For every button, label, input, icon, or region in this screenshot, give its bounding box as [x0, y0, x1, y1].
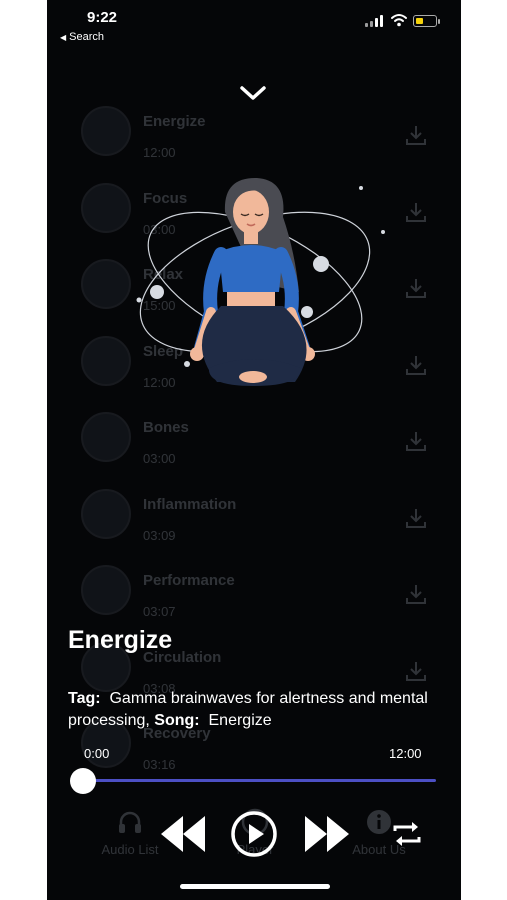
tag-label: Tag:: [68, 690, 101, 707]
info-icon: [367, 810, 391, 834]
wifi-icon: [391, 14, 407, 27]
track-title: Inflammation: [143, 495, 237, 513]
repeat-icon: [393, 822, 421, 846]
list-item: Performance 03:07: [65, 557, 445, 634]
track-duration: 03:00: [143, 451, 176, 466]
download-icon: [406, 126, 426, 145]
track-thumbnail: [81, 106, 131, 156]
total-time: 12:00: [389, 746, 422, 761]
download-icon: [406, 508, 426, 528]
chevron-down-icon[interactable]: [238, 82, 268, 104]
list-item: Inflammation 03:09: [65, 481, 445, 558]
download-icon: [406, 355, 426, 375]
tab-label: Audio List: [101, 842, 159, 857]
track-duration: 03:07: [143, 604, 176, 619]
progress-slider-track[interactable]: [84, 779, 436, 782]
download-icon: [406, 585, 426, 604]
track-thumbnail: [81, 335, 131, 386]
status-time: 9:22: [87, 9, 118, 26]
track-thumbnail: [81, 259, 131, 309]
track-title: Energize: [68, 626, 173, 654]
list-item: Energize 12:00: [65, 98, 445, 175]
track-duration: 03:16: [143, 757, 176, 772]
track-duration: 03:09: [143, 527, 176, 543]
track-title: Performance: [143, 572, 235, 589]
list-item: Bones 03:00: [65, 404, 445, 481]
fast-forward-button[interactable]: [303, 813, 351, 855]
track-description: Tag: Gamma brainwaves for alertness and …: [68, 688, 428, 732]
download-icon: [406, 202, 426, 222]
battery-icon: [413, 15, 440, 27]
meditation-illustration: [136, 177, 385, 386]
play-circle-icon: [231, 811, 277, 857]
back-label: Search: [69, 31, 105, 43]
current-time: 0:00: [84, 746, 110, 761]
play-button[interactable]: [230, 810, 278, 858]
progress-slider-thumb[interactable]: [70, 768, 96, 794]
track-thumbnail: [81, 488, 131, 539]
download-icon: [406, 661, 426, 681]
back-to-search-link[interactable]: ◀ Search: [60, 31, 104, 43]
track-thumbnail: [81, 412, 131, 462]
track-thumbnail: [81, 565, 131, 615]
download-icon: [406, 432, 426, 451]
track-title: Bones: [143, 419, 189, 436]
signal-icon: [365, 15, 383, 27]
track-duration: 12:00: [143, 145, 176, 160]
home-indicator[interactable]: [180, 884, 330, 889]
tab-audio-list: Audio List: [95, 808, 165, 857]
fast-forward-icon: [305, 816, 349, 852]
song-label: Song:: [154, 712, 200, 729]
rewind-icon: [161, 816, 205, 852]
app-screen: 9:22 ◀ Search Energize 12:00 Focus 03:00 Re…: [47, 0, 461, 900]
track-thumbnail: [81, 182, 131, 233]
repeat-button[interactable]: [391, 817, 423, 851]
back-arrow-icon: ◀: [60, 33, 67, 42]
download-icon: [406, 279, 426, 298]
song-value: Energize: [208, 712, 272, 729]
track-title: Energize: [143, 113, 206, 130]
rewind-button[interactable]: [159, 813, 207, 855]
headphones-icon: [119, 811, 141, 833]
